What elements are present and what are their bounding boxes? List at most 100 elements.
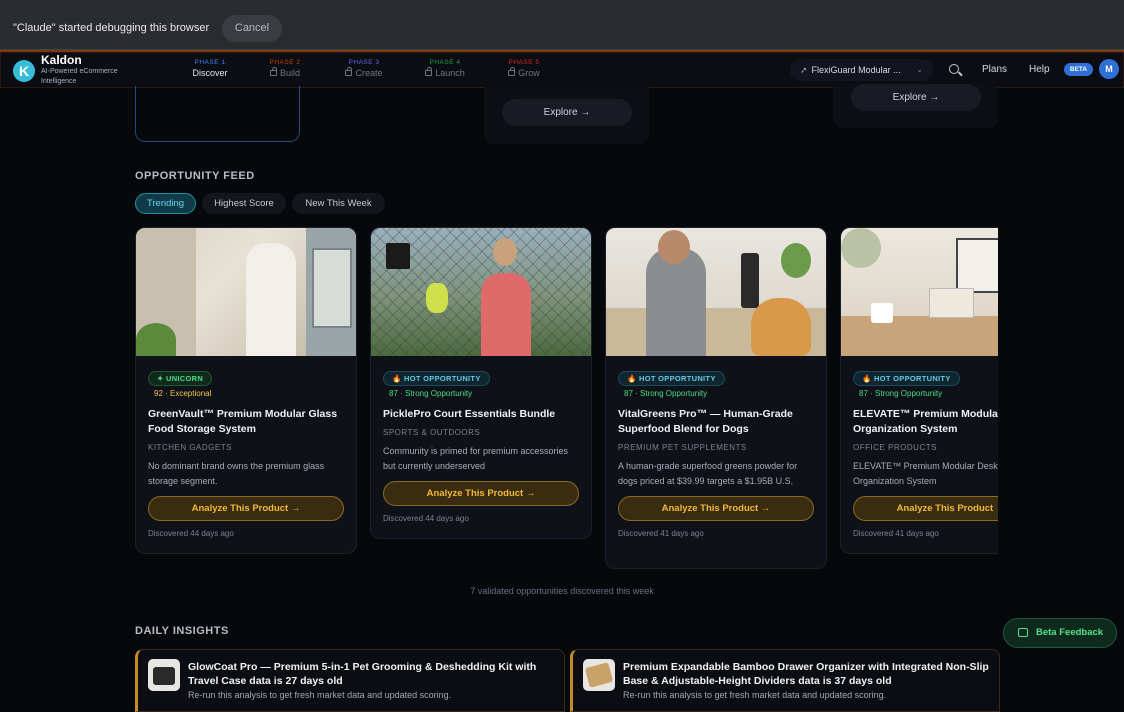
lock-icon [425,67,433,76]
arrow-right-icon: → [929,92,940,103]
discovered-date: Discovered 44 days ago [383,514,469,523]
opportunity-card[interactable]: 🔥 HOT OPPORTUNITY 87 · Strong Opportunit… [605,227,827,569]
phase-name: Build [279,68,300,78]
explore-button[interactable]: Explore → [851,84,981,111]
opportunity-score: 87 · Strong Opportunity [624,389,708,398]
explore-button[interactable]: Explore → [502,99,632,126]
insight-subtitle: Re-run this analysis to get fresh market… [188,690,452,700]
search-icon[interactable] [949,64,959,74]
product-thumbnail [148,659,180,691]
top-navigation: K Kaldon AI-Powered eCommerce Intelligen… [0,50,1124,88]
card-title: ELEVATE™ Premium Modular Desk Organizati… [853,408,998,435]
phase-label: PHASE 1 [194,59,226,66]
arrow-right-icon: → [580,107,591,118]
product-image [371,228,591,356]
fire-icon: 🔥 [627,374,637,383]
card-description: A human-grade superfood greens powder fo… [618,461,798,486]
debugging-message: "Claude" started debugging this browser [13,22,210,34]
card-category: PREMIUM PET SUPPLEMENTS [618,443,747,452]
help-link[interactable]: Help [1029,64,1050,75]
beta-feedback-button[interactable]: Beta Feedback [1003,618,1117,648]
tab-new-this-week[interactable]: New This Week [292,193,385,214]
lock-icon [508,67,516,76]
card-title: GreenVault™ Premium Modular Glass Food S… [148,408,338,435]
phase-name: Discover [192,68,228,78]
debugging-banner: "Claude" started debugging this browser … [0,0,1124,50]
chevron-down-icon: ⌄ [916,65,923,74]
insight-title: Premium Expandable Bamboo Drawer Organiz… [623,661,989,687]
opportunity-card[interactable]: 🔥 HOT OPPORTUNITY 87 · Strong Opportunit… [370,227,592,539]
phase-name: Create [355,68,383,78]
opportunity-badge: 🔥 HOT OPPORTUNITY [383,371,490,386]
insight-card[interactable]: Premium Expandable Bamboo Drawer Organiz… [570,649,1000,712]
explore-label: Explore [892,92,927,103]
phase-label: PHASE 5 [508,59,540,66]
plans-link[interactable]: Plans [982,64,1007,75]
product-image [606,228,826,356]
card-title: PicklePro Court Essentials Bundle [383,408,556,420]
tab-trending[interactable]: Trending [135,193,196,214]
card-clip: 🔥 HOT OPPORTUNITY 87 · Strong Opportunit… [840,227,998,557]
fire-icon: 🔥 [392,374,402,383]
brand-name: Kaldon [41,53,82,67]
opportunity-badge: 🔥 HOT OPPORTUNITY [618,371,725,386]
discovered-date: Discovered 41 days ago [853,529,939,538]
analyze-product-button[interactable]: Analyze This Product → [383,481,579,506]
feedback-icon [1018,628,1028,637]
insight-card[interactable]: GlowCoat Pro — Premium 5-in-1 Pet Groomi… [135,649,565,712]
explore-label: Explore [543,107,578,118]
card-title: VitalGreens Pro™ — Human-Grade Superfood… [618,408,793,435]
opportunity-score: 87 · Strong Opportunity [859,389,943,398]
discovered-date: Discovered 44 days ago [148,529,234,538]
cancel-debugging-button[interactable]: Cancel [222,15,282,42]
brand-tagline: AI-Powered eCommerce Intelligence [41,68,118,85]
discovered-date: Discovered 41 days ago [618,529,704,538]
opportunity-card[interactable]: ✦ UNICORN 92 · Exceptional GreenVault™ P… [135,227,357,554]
opportunity-badge: ✦ UNICORN [148,371,213,386]
phase-tab-grow[interactable]: PHASE 5 Grow [501,59,547,78]
daily-insights-title: DAILY INSIGHTS [135,625,229,637]
insight-title: GlowCoat Pro — Premium 5-in-1 Pet Groomi… [188,661,537,687]
lock-icon [269,67,277,76]
user-avatar[interactable]: M [1099,59,1119,79]
phase-label: PHASE 3 [348,59,380,66]
phase-name: Grow [518,68,540,78]
opportunity-feed-title: OPPORTUNITY FEED [135,170,255,182]
tab-highest-score[interactable]: Highest Score [202,193,286,214]
feed-footer-note: 7 validated opportunities discovered thi… [470,586,654,596]
beta-feedback-label: Beta Feedback [1036,627,1104,638]
opportunity-score: 87 · Strong Opportunity [389,389,473,398]
phase-name: Launch [435,68,465,78]
card-category: SPORTS & OUTDOORS [383,428,481,437]
analyze-product-button[interactable]: Analyze This Product → [618,496,814,521]
phase-label: PHASE 2 [269,59,301,66]
product-thumbnail [583,659,615,691]
card-category: OFFICE PRODUCTS [853,443,937,452]
brand: Kaldon AI-Powered eCommerce Intelligence [41,53,151,87]
analyze-product-button[interactable]: Analyze This Product → [853,496,998,521]
card-description: Community is primed for premium accessor… [383,446,569,471]
product-image [136,228,356,356]
phase-tab-build[interactable]: PHASE 2 Build [262,59,308,78]
product-selector[interactable]: ➚ FlexiGuard Modular ... ⌄ [790,59,933,81]
opportunity-score: 92 · Exceptional [154,389,212,398]
product-image [841,228,998,356]
lock-icon [345,67,353,76]
phase-tab-create[interactable]: PHASE 3 Create [339,59,389,78]
rocket-icon: ➚ [800,65,808,75]
phase-label: PHASE 4 [429,59,461,66]
opportunity-card[interactable]: 🔥 HOT OPPORTUNITY 87 · Strong Opportunit… [840,227,998,554]
card-category: KITCHEN GADGETS [148,443,232,452]
fire-icon: 🔥 [862,374,872,383]
product-selector-value: FlexiGuard Modular ... [811,65,901,75]
opportunity-badge: 🔥 HOT OPPORTUNITY [853,371,960,386]
kaldon-logo-icon[interactable]: K [13,60,35,82]
beta-badge: BETA [1064,63,1093,76]
insight-subtitle: Re-run this analysis to get fresh market… [623,690,887,700]
card-description: ELEVATE™ Premium Modular Desk Organizati… [853,461,998,486]
phase-tab-discover[interactable]: PHASE 1 Discover [187,59,233,78]
discovery-card-partial [135,86,300,142]
analyze-product-button[interactable]: Analyze This Product → [148,496,344,521]
phase-tab-launch[interactable]: PHASE 4 Launch [419,59,471,78]
sparkle-icon: ✦ [157,374,164,383]
